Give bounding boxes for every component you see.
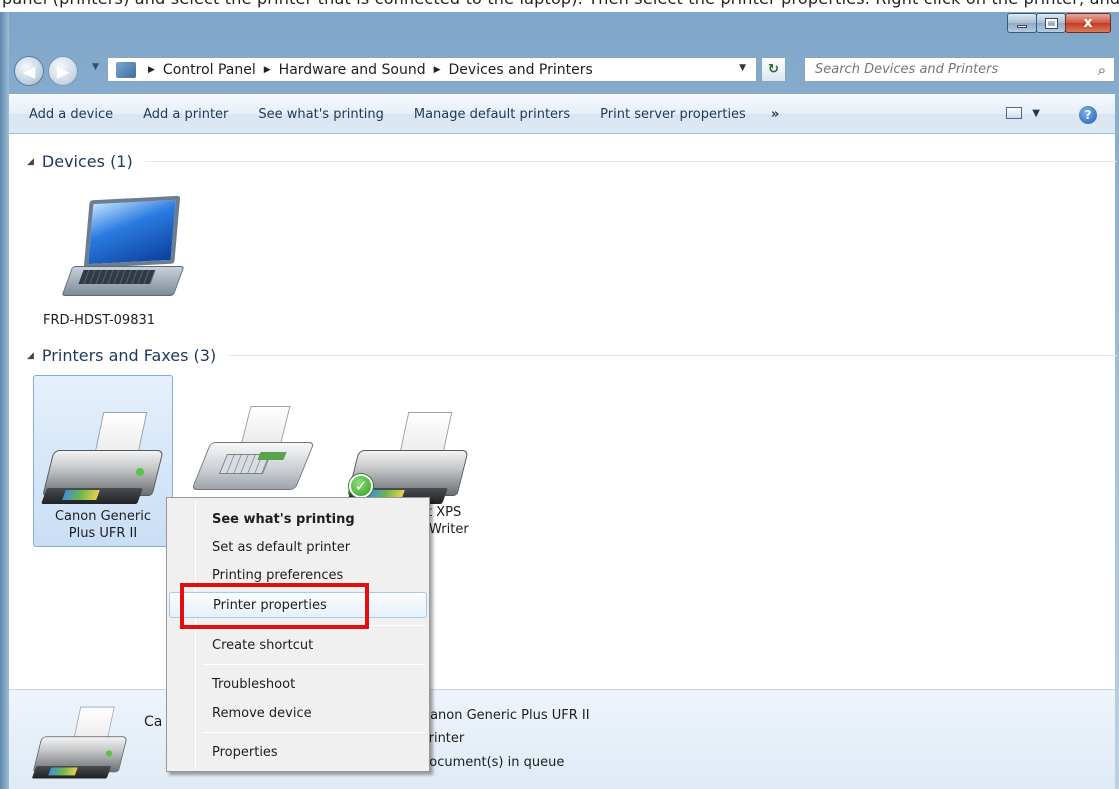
- printer-tile-fax[interactable]: [187, 406, 327, 506]
- manage-default-printers-button[interactable]: Manage default printers: [399, 95, 585, 133]
- printer-label-line2: Plus UFR II: [68, 526, 138, 541]
- printer-tile-canon[interactable]: Canon Generic Plus UFR II: [33, 375, 173, 547]
- close-button[interactable]: x: [1065, 13, 1111, 33]
- menu-separator: [203, 664, 425, 665]
- more-commands-button[interactable]: »: [761, 95, 789, 133]
- refresh-button[interactable]: ↻: [761, 57, 786, 82]
- group-title-devices: Devices (1): [41, 152, 133, 171]
- minimize-icon: [1017, 24, 1027, 28]
- group-title-printers: Printers and Faxes (3): [41, 346, 217, 365]
- address-bar[interactable]: ▶ Control Panel ▶ Hardware and Sound ▶ D…: [107, 57, 757, 82]
- printer-label-line2: Writer: [429, 522, 469, 537]
- forward-button[interactable]: ▶: [48, 56, 78, 86]
- window-caption-buttons: x: [1007, 13, 1111, 35]
- breadcrumb-separator[interactable]: ▶: [264, 65, 271, 75]
- group-divider: [228, 355, 1117, 356]
- breadcrumb-devices-and-printers[interactable]: Devices and Printers: [449, 62, 593, 78]
- command-bar: Add a device Add a printer See what's pr…: [9, 94, 1115, 134]
- back-arrow-icon: ◀: [22, 61, 36, 81]
- group-header-printers[interactable]: ◢ Printers and Faxes (3): [27, 346, 1117, 365]
- breadcrumb-separator[interactable]: ▶: [434, 65, 441, 75]
- maximize-icon: [1044, 17, 1058, 29]
- printer-icon: [31, 702, 128, 789]
- laptop-icon: [59, 192, 189, 310]
- search-box[interactable]: ⌕: [804, 57, 1115, 82]
- menu-item-troubleshoot[interactable]: Troubleshoot: [169, 671, 427, 697]
- recent-pages-dropdown[interactable]: ▼: [92, 62, 99, 72]
- help-icon: ?: [1084, 108, 1092, 122]
- printer-label-line1: Canon Generic: [54, 509, 152, 524]
- control-panel-icon: [116, 61, 136, 78]
- details-name: Ca: [144, 714, 163, 730]
- printer-label-line1: t XPS: [427, 505, 462, 520]
- menu-separator: [203, 732, 425, 733]
- fax-icon: [191, 406, 322, 506]
- breadcrumb-separator[interactable]: ▶: [148, 65, 155, 75]
- device-tile-laptop[interactable]: FRD-HDST-09831: [29, 192, 185, 332]
- add-device-button[interactable]: Add a device: [9, 95, 128, 133]
- minimize-button[interactable]: [1007, 13, 1037, 33]
- details-model: Canon Generic Plus UFR II: [421, 708, 590, 723]
- annotation-highlight-box: [180, 583, 369, 629]
- see-whats-printing-button[interactable]: See what's printing: [243, 95, 398, 133]
- details-status: document(s) in queue: [421, 755, 565, 770]
- close-icon: x: [1083, 15, 1093, 31]
- instruction-banner: panel (printers) and select the printer …: [0, 0, 1119, 12]
- window-left-edge: [0, 12, 9, 789]
- device-label: FRD-HDST-09831: [42, 313, 156, 328]
- menu-item-properties[interactable]: Properties: [169, 739, 427, 765]
- forward-arrow-icon: ▶: [56, 61, 70, 81]
- maximize-button[interactable]: [1036, 13, 1066, 33]
- search-icon[interactable]: ⌕: [1090, 61, 1114, 79]
- group-divider: [144, 161, 1117, 162]
- change-view-button[interactable]: ▼: [1006, 107, 1040, 119]
- context-menu: See what's printing Set as default print…: [166, 497, 430, 772]
- collapse-triangle-icon: ◢: [27, 350, 34, 361]
- default-printer-check-icon: ✓: [349, 474, 373, 498]
- address-dropdown-icon[interactable]: ▼: [739, 63, 746, 73]
- group-header-devices[interactable]: ◢ Devices (1): [27, 152, 1117, 171]
- print-server-properties-button[interactable]: Print server properties: [585, 95, 761, 133]
- menu-item-create-shortcut[interactable]: Create shortcut: [169, 632, 427, 658]
- breadcrumb-control-panel[interactable]: Control Panel: [163, 62, 256, 78]
- breadcrumb-hardware-and-sound[interactable]: Hardware and Sound: [279, 62, 426, 78]
- menu-item-set-default-printer[interactable]: Set as default printer: [169, 534, 427, 560]
- collapse-triangle-icon: ◢: [27, 156, 34, 167]
- instruction-text: panel (printers) and select the printer …: [2, 0, 1119, 8]
- search-input[interactable]: [805, 62, 1090, 77]
- menu-item-remove-device[interactable]: Remove device: [169, 700, 427, 726]
- back-button[interactable]: ◀: [14, 56, 44, 86]
- add-printer-button[interactable]: Add a printer: [128, 95, 243, 133]
- help-button[interactable]: ?: [1079, 106, 1097, 124]
- menu-item-see-whats-printing[interactable]: See what's printing: [169, 506, 427, 532]
- view-icon: [1006, 107, 1023, 119]
- refresh-icon: ↻: [768, 62, 779, 77]
- chevron-down-icon: ▼: [1032, 107, 1040, 119]
